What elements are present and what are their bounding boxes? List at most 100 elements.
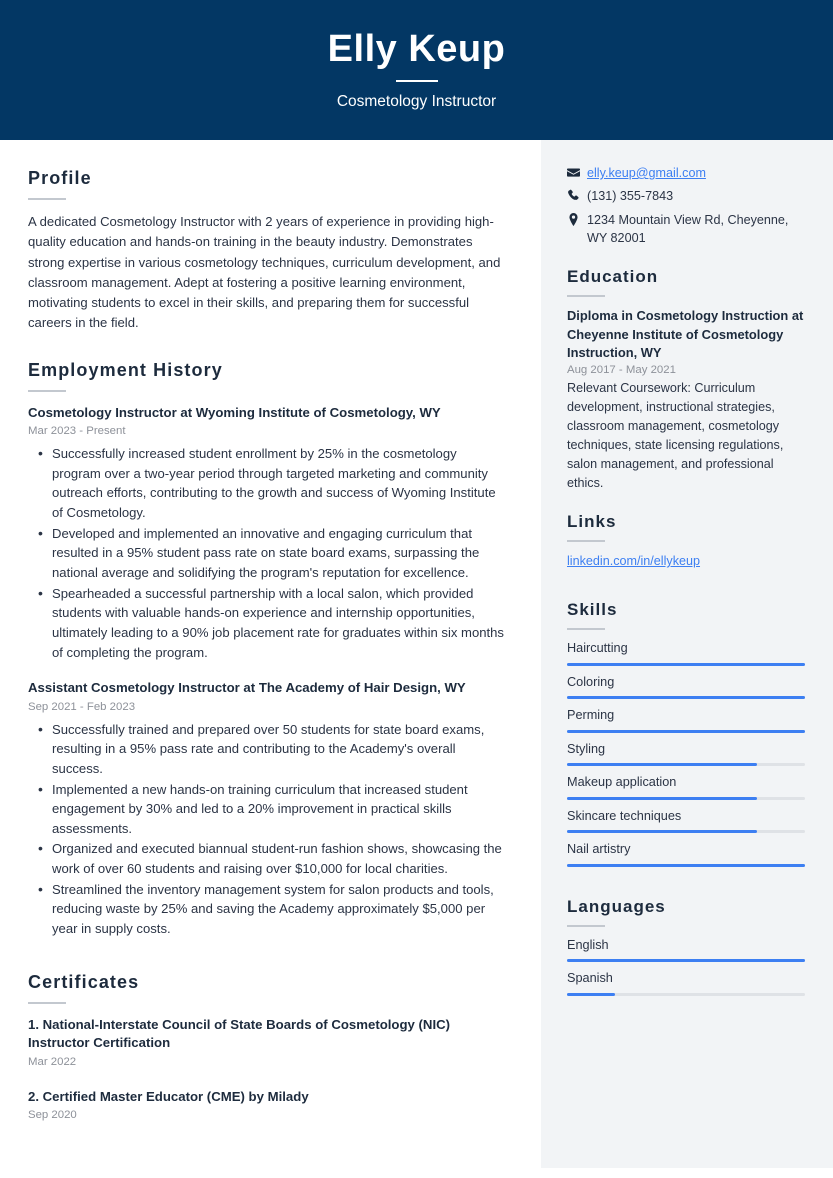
skill-bar-fill bbox=[567, 729, 805, 733]
contact-phone-row: (131) 355-7843 bbox=[567, 187, 805, 205]
candidate-name: Elly Keup bbox=[327, 28, 506, 71]
job-bullets: Successfully trained and prepared over 5… bbox=[28, 719, 505, 939]
skill-bar-fill bbox=[567, 763, 758, 767]
languages-heading-divider bbox=[567, 924, 605, 927]
skill-bar-track bbox=[567, 863, 805, 867]
section-skills: Skills Haircutting Coloring Perming Styl… bbox=[567, 600, 805, 867]
employment-heading-divider bbox=[28, 389, 66, 392]
education-title: Diploma in Cosmetology Instruction at Ch… bbox=[567, 308, 804, 361]
skill-label: Makeup application bbox=[567, 775, 677, 790]
skill-item: Nail artistry bbox=[567, 841, 805, 867]
section-education: Education Diploma in Cosmetology Instruc… bbox=[567, 267, 805, 492]
job-bullets: Successfully increased student enrollmen… bbox=[28, 443, 505, 663]
language-label: English bbox=[567, 937, 609, 952]
language-bar-fill bbox=[567, 959, 805, 963]
certificates-heading-divider bbox=[28, 1001, 66, 1004]
skills-heading-divider bbox=[567, 628, 605, 631]
education-date: Aug 2017 - May 2021 bbox=[567, 364, 676, 377]
employment-entry: Cosmetology Instructor at Wyoming Instit… bbox=[28, 404, 505, 663]
candidate-job-title: Cosmetology Instructor bbox=[336, 92, 497, 110]
skill-item: Styling bbox=[567, 741, 805, 767]
section-contact: elly.keup@gmail.com (131) 355-7843 1234 … bbox=[567, 164, 805, 247]
education-heading-divider bbox=[567, 295, 605, 297]
certificate-entry: 1. National-Interstate Council of State … bbox=[28, 1016, 505, 1071]
skill-item: Perming bbox=[567, 707, 805, 733]
envelope-icon bbox=[567, 164, 587, 179]
language-item: English bbox=[567, 937, 805, 963]
certificate-title: 1. National-Interstate Council of State … bbox=[28, 1016, 451, 1051]
profile-heading-divider bbox=[28, 198, 66, 200]
skill-bar-track bbox=[567, 662, 805, 666]
skill-item: Haircutting bbox=[567, 640, 805, 666]
header-divider bbox=[395, 79, 438, 82]
links-heading-divider bbox=[567, 540, 605, 543]
skill-label: Coloring bbox=[567, 674, 615, 689]
certificate-date: Sep 2020 bbox=[28, 1109, 77, 1122]
profile-text: A dedicated Cosmetology Instructor with … bbox=[28, 214, 501, 331]
job-bullet: Implemented a new hands-on training curr… bbox=[38, 779, 505, 839]
skill-bar-fill bbox=[567, 796, 758, 800]
skill-bar-track bbox=[567, 763, 805, 767]
skill-bar-fill bbox=[567, 830, 758, 834]
language-bar-track bbox=[567, 959, 805, 963]
education-entry: Diploma in Cosmetology Instruction at Ch… bbox=[567, 307, 805, 492]
skill-bar-track bbox=[567, 830, 805, 834]
contact-address-row: 1234 Mountain View Rd, Cheyenne, WY 8200… bbox=[567, 211, 805, 248]
job-bullet: Streamlined the inventory management sys… bbox=[38, 879, 505, 939]
skill-item: Coloring bbox=[567, 674, 805, 700]
skill-label: Nail artistry bbox=[567, 842, 631, 857]
section-profile: Profile A dedicated Cosmetology Instruct… bbox=[28, 168, 505, 334]
contact-email-row: elly.keup@gmail.com bbox=[567, 164, 805, 182]
email-link[interactable]: elly.keup@gmail.com bbox=[587, 166, 706, 180]
skill-bar-track bbox=[567, 796, 805, 800]
job-title: Cosmetology Instructor at Wyoming Instit… bbox=[28, 404, 441, 420]
skill-bar-fill bbox=[567, 696, 805, 700]
job-bullet: Successfully increased student enrollmen… bbox=[38, 443, 505, 523]
section-links: Links linkedin.com/in/ellykeup bbox=[567, 512, 805, 570]
sidebar-column: elly.keup@gmail.com (131) 355-7843 1234 … bbox=[541, 140, 833, 1168]
skill-label: Haircutting bbox=[567, 641, 628, 656]
section-languages: Languages English Spanish bbox=[567, 897, 805, 996]
certificates-heading: Certificates bbox=[28, 971, 140, 992]
skill-bar-track bbox=[567, 729, 805, 733]
job-bullet: Spearheaded a successful partnership wit… bbox=[38, 583, 505, 663]
skill-label: Styling bbox=[567, 741, 606, 756]
profile-heading: Profile bbox=[28, 168, 92, 188]
job-title: Assistant Cosmetology Instructor at The … bbox=[28, 680, 466, 696]
languages-heading: Languages bbox=[567, 896, 666, 916]
phone-icon bbox=[567, 187, 587, 202]
skill-label: Perming bbox=[567, 708, 615, 723]
certificate-date: Mar 2022 bbox=[28, 1055, 77, 1068]
skill-label: Skincare techniques bbox=[567, 808, 682, 823]
job-bullet: Successfully trained and prepared over 5… bbox=[38, 719, 505, 779]
certificate-entry: 2. Certified Master Educator (CME) by Mi… bbox=[28, 1088, 505, 1124]
resume-header: Elly Keup Cosmetology Instructor bbox=[0, 0, 833, 140]
job-date: Mar 2023 - Present bbox=[28, 425, 126, 438]
phone-text: (131) 355-7843 bbox=[587, 189, 674, 204]
certificate-title: 2. Certified Master Educator (CME) by Mi… bbox=[28, 1088, 309, 1104]
language-label: Spanish bbox=[567, 971, 613, 986]
education-description: Relevant Coursework: Curriculum developm… bbox=[567, 381, 784, 490]
language-bar-fill bbox=[567, 992, 615, 996]
skills-heading: Skills bbox=[567, 600, 618, 620]
links-heading: Links bbox=[567, 512, 617, 532]
linkedin-link[interactable]: linkedin.com/in/ellykeup bbox=[567, 554, 700, 568]
employment-heading: Employment History bbox=[28, 359, 223, 380]
skill-item: Skincare techniques bbox=[567, 808, 805, 834]
resume-body: Profile A dedicated Cosmetology Instruct… bbox=[0, 140, 833, 1178]
employment-entry: Assistant Cosmetology Instructor at The … bbox=[28, 679, 505, 939]
resume-page: Elly Keup Cosmetology Instructor Profile… bbox=[0, 0, 833, 1178]
main-column: Profile A dedicated Cosmetology Instruct… bbox=[0, 140, 541, 1142]
education-heading: Education bbox=[567, 267, 659, 286]
skill-bar-fill bbox=[567, 662, 805, 666]
language-item: Spanish bbox=[567, 970, 805, 996]
job-bullet: Developed and implemented an innovative … bbox=[38, 523, 505, 583]
address-text: 1234 Mountain View Rd, Cheyenne, WY 8200… bbox=[587, 212, 789, 245]
skill-item: Makeup application bbox=[567, 774, 805, 800]
skill-bar-track bbox=[567, 696, 805, 700]
language-bar-track bbox=[567, 992, 805, 996]
job-bullet: Organized and executed biannual student-… bbox=[38, 838, 505, 878]
skill-bar-fill bbox=[567, 863, 805, 867]
job-date: Sep 2021 - Feb 2023 bbox=[28, 700, 136, 713]
section-employment-history: Employment History Cosmetology Instructo… bbox=[28, 360, 505, 939]
